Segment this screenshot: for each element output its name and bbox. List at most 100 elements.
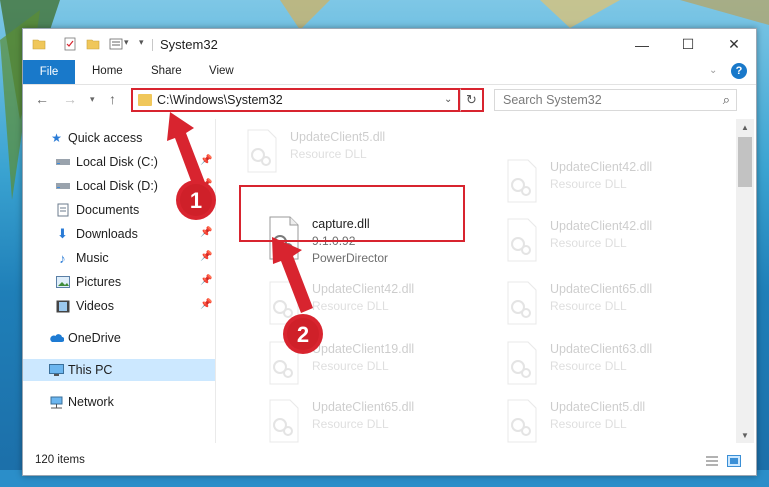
sidebar-item-this-pc[interactable]: This PC — [23, 359, 215, 381]
forward-arrow-icon[interactable]: → — [63, 91, 77, 107]
sidebar-item-documents[interactable]: Documents 📌 — [23, 199, 215, 221]
large-icons-view-icon[interactable] — [727, 455, 741, 467]
network-icon — [49, 395, 64, 409]
sidebar-item-local-disk-c[interactable]: Local Disk (C:) 📌 — [23, 151, 215, 173]
file-item[interactable]: UpdateClient42.dll Resource DLL — [266, 279, 486, 331]
recent-locations-chevron-icon[interactable]: ▾ — [90, 94, 95, 105]
file-item[interactable]: UpdateClient42.dll Resource DLL — [504, 157, 724, 209]
file-name: UpdateClient42.dll — [550, 160, 653, 174]
file-name: UpdateClient42.dll — [312, 282, 415, 296]
dll-file-icon — [507, 281, 537, 325]
pin-icon: 📌 — [200, 179, 213, 190]
pin-icon: 📌 — [200, 299, 213, 310]
documents-icon — [55, 203, 70, 217]
item-count: 120 items — [35, 454, 85, 466]
music-icon: ♪ — [59, 250, 66, 266]
properties-icon[interactable] — [63, 37, 77, 51]
pin-icon: 📌 — [200, 227, 213, 238]
maximize-button[interactable]: ☐ — [665, 29, 711, 60]
details-view-icon[interactable] — [705, 455, 719, 467]
maximize-icon: ☐ — [681, 36, 695, 52]
sidebar-item-music[interactable]: ♪ Music 📌 — [23, 247, 215, 269]
address-dropdown-chevron-icon[interactable]: ⌄ — [444, 94, 452, 105]
dll-file-icon — [269, 281, 299, 325]
minimize-button[interactable]: — — [619, 29, 665, 60]
customize-toolbar-chevron-icon[interactable]: ▾ — [124, 37, 129, 48]
sidebar-item-label: Network — [68, 395, 114, 409]
search-icon: ⌕ — [722, 92, 730, 107]
sidebar-item-label: Music — [76, 251, 109, 265]
sidebar-item-quick-access[interactable]: ★ Quick access — [23, 127, 215, 149]
sidebar-item-label: Downloads — [76, 227, 138, 241]
file-description: Resource DLL — [290, 147, 367, 161]
sidebar-item-label: This PC — [68, 363, 113, 377]
drive-icon — [55, 179, 70, 193]
dll-file-icon — [507, 218, 537, 262]
scroll-down-arrow-icon[interactable]: ▼ — [736, 427, 754, 443]
expand-ribbon-chevron-icon[interactable]: ⌄ — [709, 65, 717, 76]
tab-file[interactable]: File — [23, 60, 75, 84]
file-description: Resource DLL — [550, 417, 627, 431]
tab-share[interactable]: Share — [151, 65, 182, 77]
star-icon: ★ — [51, 131, 62, 145]
sidebar-item-label: OneDrive — [68, 331, 121, 345]
sidebar-item-label: Local Disk (C:) — [76, 155, 158, 169]
title-bar: ▾ ▾ System32 — ☐ ✕ — [23, 29, 756, 60]
downloads-icon: ⬇ — [57, 226, 68, 241]
up-arrow-icon[interactable]: ↑ — [109, 91, 116, 107]
window-title: System32 — [160, 37, 218, 52]
vertical-scrollbar[interactable]: ▲ ▼ — [736, 119, 754, 443]
file-item[interactable]: UpdateClient42.dll Resource DLL — [504, 216, 724, 268]
tab-home[interactable]: Home — [92, 65, 123, 77]
address-path: C:\Windows\System32 — [157, 93, 283, 107]
sidebar-item-label: Pictures — [76, 275, 122, 289]
navigation-bar: ← → ▾ ↑ C:\Windows\System32 ⌄ ↻ Search S… — [23, 85, 756, 117]
scroll-up-arrow-icon[interactable]: ▲ — [736, 119, 754, 135]
file-item[interactable]: UpdateClient5.dll Resource DLL — [504, 397, 724, 443]
new-folder-icon[interactable] — [86, 37, 100, 51]
sidebar-item-label: Videos — [76, 299, 114, 313]
quick-access-dropdown-icon[interactable]: ▾ — [139, 37, 144, 48]
pin-icon: 📌 — [200, 251, 213, 262]
search-box[interactable]: Search System32 ⌕ — [494, 89, 737, 111]
dll-file-icon — [507, 399, 537, 443]
drive-icon — [55, 155, 70, 169]
sidebar-item-network[interactable]: Network — [23, 391, 215, 413]
sidebar-item-pictures[interactable]: Pictures 📌 — [23, 271, 215, 293]
sidebar-item-label: Quick access — [68, 131, 143, 145]
file-item[interactable]: UpdateClient19.dll Resource DLL — [266, 339, 486, 391]
file-description: Resource DLL — [550, 359, 627, 373]
close-button[interactable]: ✕ — [711, 29, 757, 60]
pin-icon: 📌 — [200, 275, 213, 286]
address-bar[interactable]: C:\Windows\System32 ⌄ — [131, 88, 460, 112]
file-description: Resource DLL — [550, 236, 627, 250]
sidebar-item-videos[interactable]: Videos 📌 — [23, 295, 215, 317]
videos-icon — [55, 299, 70, 313]
status-bar: 120 items — [23, 449, 756, 474]
onedrive-icon — [49, 331, 64, 345]
file-description: Resource DLL — [312, 417, 389, 431]
file-item[interactable]: UpdateClient65.dll Resource DLL — [504, 279, 724, 331]
close-icon: ✕ — [728, 36, 740, 52]
dll-file-icon — [269, 341, 299, 385]
file-item[interactable]: UpdateClient5.dll Resource DLL — [244, 127, 464, 179]
dll-file-icon — [507, 341, 537, 385]
sidebar-item-downloads[interactable]: ⬇ Downloads 📌 — [23, 223, 215, 245]
back-arrow-icon[interactable]: ← — [35, 91, 49, 107]
title-separator — [152, 39, 153, 51]
help-button[interactable]: ? — [731, 63, 747, 79]
dll-file-icon — [247, 129, 277, 173]
file-item[interactable]: UpdateClient63.dll Resource DLL — [504, 339, 724, 391]
scrollbar-thumb[interactable] — [738, 137, 752, 187]
file-item[interactable]: UpdateClient65.dll Resource DLL — [266, 397, 486, 443]
file-name: UpdateClient5.dll — [290, 130, 386, 144]
refresh-button[interactable]: ↻ — [460, 88, 484, 112]
sidebar-item-label: Documents — [76, 203, 140, 217]
sidebar-item-onedrive[interactable]: OneDrive — [23, 327, 215, 349]
explorer-window: ▾ ▾ System32 — ☐ ✕ File Home Share View … — [22, 28, 757, 476]
file-name: UpdateClient65.dll — [550, 282, 653, 296]
address-folder-icon — [138, 94, 152, 106]
tab-view[interactable]: View — [209, 65, 234, 77]
view-options-icon[interactable] — [109, 37, 123, 51]
sidebar-item-local-disk-d[interactable]: Local Disk (D:) 📌 — [23, 175, 215, 197]
